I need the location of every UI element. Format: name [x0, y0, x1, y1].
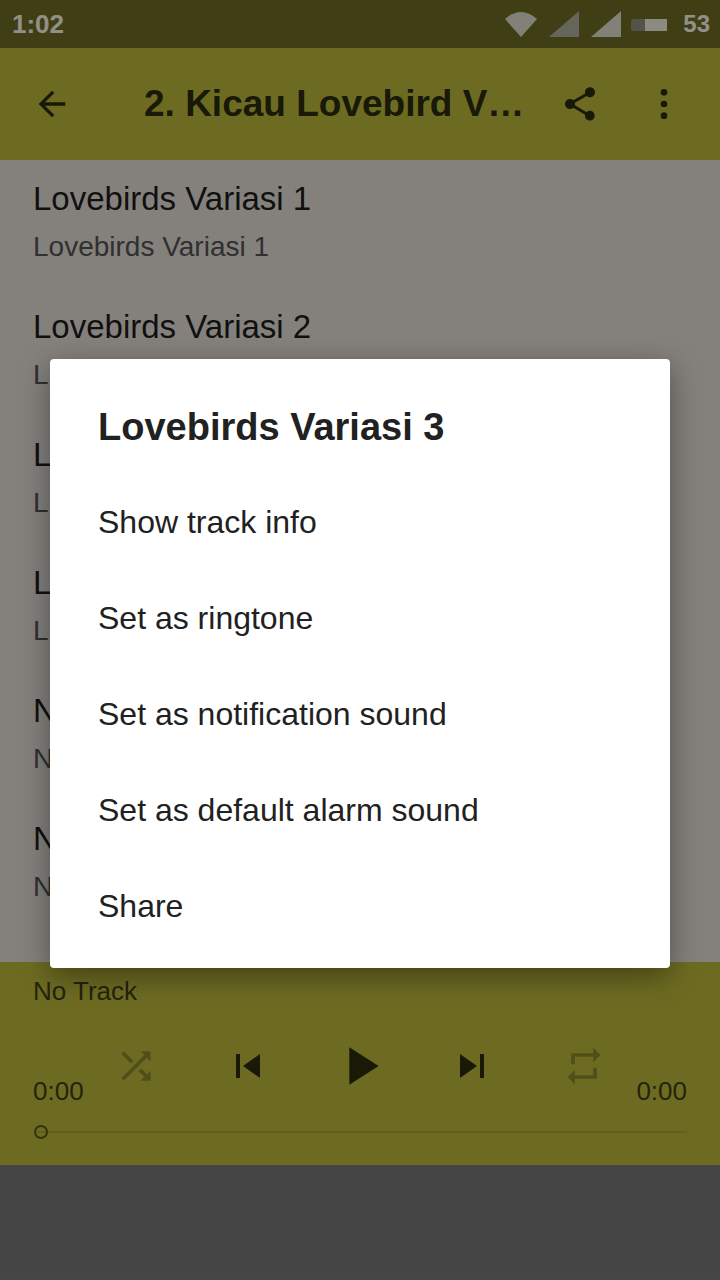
track-options-dialog: Lovebirds Variasi 3Show track infoSet as…	[50, 359, 670, 968]
dialog-option[interactable]: Set as notification sound	[50, 666, 670, 762]
dialog-option[interactable]: Set as default alarm sound	[50, 762, 670, 858]
dialog-option[interactable]: Show track info	[50, 474, 670, 570]
screen: 1:02532. Kicau Lovebird V…Lovebirds Vari…	[0, 0, 720, 1280]
dialog-option[interactable]: Set as ringtone	[50, 570, 670, 666]
dialog-title: Lovebirds Variasi 3	[50, 403, 670, 451]
dialog-option[interactable]: Share	[50, 858, 670, 954]
